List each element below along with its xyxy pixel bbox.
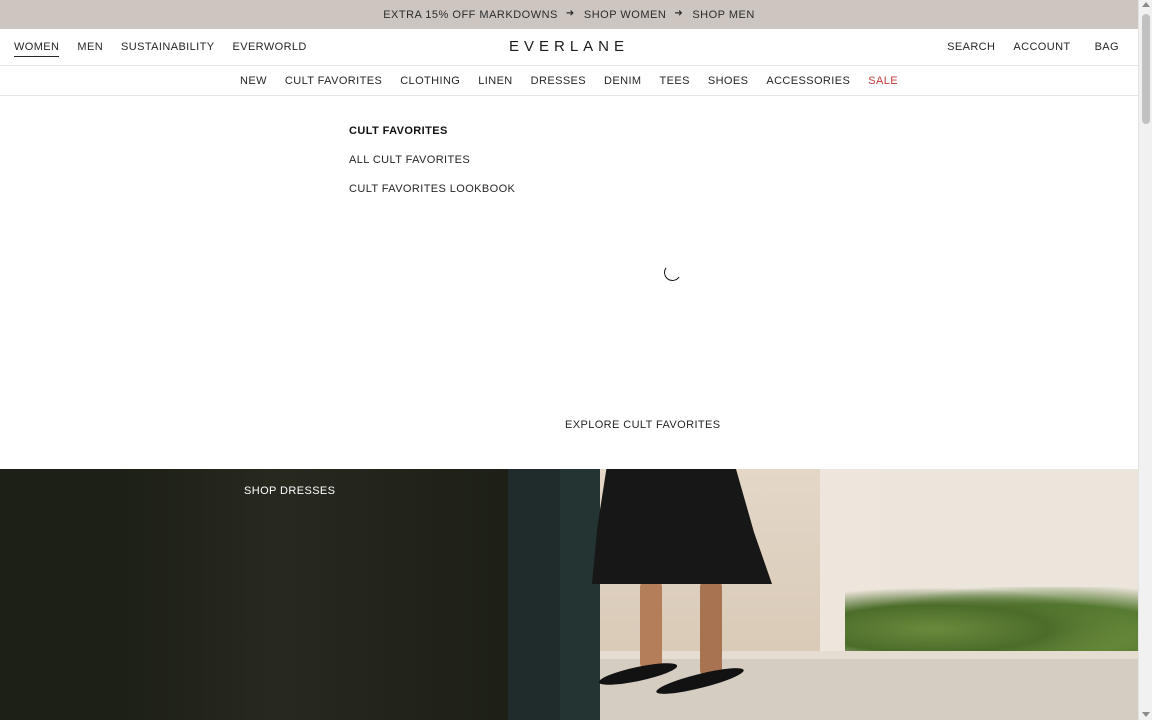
site-header: WOMEN MEN SUSTAINABILITY EVERWORLD EVERL…: [0, 29, 1138, 66]
loading-spinner-icon: [662, 262, 683, 283]
category-shoes[interactable]: SHOES: [708, 75, 749, 87]
category-tees[interactable]: TEES: [659, 75, 689, 87]
hero-model-leg: [640, 581, 662, 669]
search-link[interactable]: SEARCH: [947, 41, 995, 53]
category-new[interactable]: NEW: [240, 75, 267, 87]
category-sale[interactable]: SALE: [868, 75, 898, 87]
hero-door-edge: [560, 469, 600, 720]
promo-bar: EXTRA 15% OFF MARKDOWNS SHOP WOMEN SHOP …: [0, 0, 1138, 29]
page-scrollbar[interactable]: [1138, 0, 1152, 720]
hero-model-leg: [700, 581, 722, 676]
menu-item-cult-favorites-lookbook[interactable]: CULT FAVORITES LOOKBOOK: [349, 183, 515, 195]
category-linen[interactable]: LINEN: [478, 75, 512, 87]
category-nav: NEW CULT FAVORITES CLOTHING LINEN DRESSE…: [0, 66, 1138, 96]
mega-menu-column: CULT FAVORITES ALL CULT FAVORITES CULT F…: [349, 125, 515, 212]
shop-men-link[interactable]: SHOP MEN: [692, 9, 754, 21]
shop-women-link[interactable]: SHOP WOMEN: [584, 9, 666, 21]
utility-nav: SEARCH ACCOUNT BAG: [929, 29, 1119, 65]
explore-cult-favorites-link[interactable]: EXPLORE CULT FAVORITES: [565, 419, 721, 431]
bag-link[interactable]: BAG: [1095, 41, 1119, 53]
scroll-down-icon[interactable]: [1142, 712, 1150, 717]
menu-item-all-cult-favorites[interactable]: ALL CULT FAVORITES: [349, 154, 515, 166]
scroll-up-icon[interactable]: [1142, 2, 1150, 7]
mega-menu-heading: CULT FAVORITES: [349, 125, 448, 137]
category-accessories[interactable]: ACCESSORIES: [766, 75, 850, 87]
category-denim[interactable]: DENIM: [604, 75, 641, 87]
account-link[interactable]: ACCOUNT: [1013, 41, 1070, 53]
category-clothing[interactable]: CLOTHING: [400, 75, 460, 87]
category-cult-favorites[interactable]: CULT FAVORITES: [285, 75, 382, 87]
hero-banner[interactable]: SHOP DRESSES: [0, 469, 1138, 720]
shop-dresses-link[interactable]: SHOP DRESSES: [244, 485, 335, 497]
category-dresses[interactable]: DRESSES: [531, 75, 586, 87]
hero-plants: [845, 587, 1138, 657]
scroll-thumb[interactable]: [1142, 14, 1150, 124]
promo-offer-link[interactable]: EXTRA 15% OFF MARKDOWNS: [383, 9, 558, 21]
mega-menu-dropdown: CULT FAVORITES ALL CULT FAVORITES CULT F…: [0, 96, 1138, 469]
hero-shadow: [120, 469, 510, 720]
arrow-right-icon: [566, 8, 575, 19]
arrow-right-icon: [674, 8, 683, 19]
